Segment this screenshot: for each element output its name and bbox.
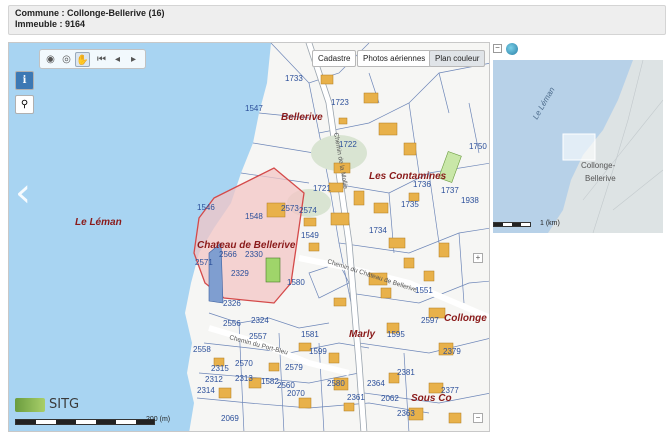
place-label-les-contamines: Les Contamines (369, 171, 447, 182)
parcel-number-label: 1737 (441, 186, 459, 195)
parcel-number-label: 2363 (397, 409, 415, 418)
parcel-number-label: 1548 (245, 212, 263, 221)
parcel-number-label: 1580 (287, 278, 305, 287)
parcel-number-label: 1938 (461, 196, 479, 205)
pan-hand-icon[interactable]: ✋ (75, 52, 90, 67)
overview-scale-label: 1 (km) (540, 220, 560, 227)
parcel-number-label: 1599 (309, 347, 327, 356)
parcel-number-label: 2377 (441, 386, 459, 395)
parcel-number-label: 2062 (381, 394, 399, 403)
sitg-logo-text: SITG (49, 397, 80, 412)
search-icon[interactable]: ⚲ (15, 95, 34, 114)
collapse-icon[interactable]: − (493, 44, 502, 53)
parcel-number-label: 2379 (443, 347, 461, 356)
place-label-marly: Marly (349, 329, 376, 340)
overview-town-label: Bellerive (585, 174, 616, 183)
parcel-number-label: 2329 (231, 269, 249, 278)
parcel-number-label: 2580 (327, 379, 345, 388)
overview-town-label: Collonge- (581, 161, 616, 170)
parcel-number-label: 2597 (421, 316, 439, 325)
previous-arrow-icon[interactable]: ‹ (15, 173, 31, 213)
map-viewer[interactable]: Le Léman Bellerive Les Contamines Chatea… (8, 42, 490, 432)
info-icon[interactable]: i (15, 71, 34, 90)
zoom-slider[interactable]: + − (473, 253, 483, 423)
overview-lake-label: Le Léman (531, 85, 557, 121)
parcel-info-panel: Commune : Collonge-Bellerive (16) Immeub… (8, 5, 666, 35)
parcel-number-label: 1722 (339, 140, 357, 149)
overview-map[interactable]: Le Léman Collonge- Bellerive (493, 60, 663, 233)
parcel-number-label: 2381 (397, 368, 415, 377)
map-canvas[interactable]: Le Léman Bellerive Les Contamines Chatea… (9, 43, 490, 432)
commune-text: Commune : Collonge-Bellerive (16) (15, 8, 165, 18)
parcel-number-label: 2330 (245, 250, 263, 259)
parcel-number-label: 2364 (367, 379, 385, 388)
parcel-number-label: 2579 (285, 363, 303, 372)
parcel-number-label: 2558 (193, 345, 211, 354)
cadastre-button[interactable]: Cadastre (312, 50, 357, 67)
parcel-number-label: 2324 (251, 316, 269, 325)
parcel-number-label: 1581 (301, 330, 319, 339)
map-scale-bar (15, 419, 155, 425)
map-toolbar: ◉ ◎ ✋ ⏮ ◂ ▸ (39, 49, 146, 69)
parcel-number-label: 1723 (331, 98, 349, 107)
parcel-number-label: 1551 (415, 286, 433, 295)
immeuble-text: Immeuble : 9164 (15, 19, 86, 29)
lake-name-label: Le Léman (75, 217, 122, 228)
parcel-number-label: 2314 (197, 386, 215, 395)
parcel-number-label: 2570 (235, 359, 253, 368)
zoom-in-icon[interactable]: + (473, 253, 483, 263)
overview-scale-bar (493, 222, 531, 227)
parcel-number-label: 1549 (301, 231, 319, 240)
parcel-number-label: 2571 (195, 258, 213, 267)
zoom-out-icon[interactable]: − (473, 413, 483, 423)
previous-extent-icon[interactable]: ◂ (110, 52, 125, 67)
parcel-number-label: 2313 (235, 374, 253, 383)
parcel-number-label: 2326 (223, 299, 241, 308)
parcel-number-label: 1733 (285, 74, 303, 83)
parcel-number-label: 1547 (245, 104, 263, 113)
tennis-court (265, 257, 281, 283)
overview-header: − (493, 42, 667, 56)
parcel-number-label: 2361 (347, 393, 365, 402)
first-extent-icon[interactable]: ⏮ (94, 52, 109, 67)
map-scale-label: 200 (m) (146, 416, 171, 423)
parcel-number-label: 2566 (219, 250, 237, 259)
aerial-photos-button[interactable]: Photos aériennes (357, 50, 432, 67)
globe-icon[interactable] (506, 43, 518, 55)
measure-area-icon[interactable]: ◎ (59, 52, 74, 67)
place-label-bellerive: Bellerive (281, 112, 323, 123)
parcel-number-label: 1734 (369, 226, 387, 235)
parcel-number-label: 2070 (287, 389, 305, 398)
sitg-logo-mark (15, 398, 45, 412)
parcel-number-label: 1721 (313, 184, 331, 193)
parcel-number-label: 2315 (211, 364, 229, 373)
overview-extent-box[interactable] (562, 133, 596, 161)
parcel-number-label: 1750 (469, 142, 487, 151)
parcel-number-label: 1546 (197, 203, 215, 212)
parcel-number-label: 2556 (223, 319, 241, 328)
sitg-logo: SITG (15, 395, 97, 415)
overview-map-canvas[interactable]: Le Léman Collonge- Bellerive (493, 60, 663, 233)
parcel-number-label: 2574 (299, 206, 317, 215)
parcel-number-label: 2573 (281, 204, 299, 213)
parcel-number-label: 1735 (401, 200, 419, 209)
parcel-number-label: 2312 (205, 375, 223, 384)
parcel-number-label: 1736 (413, 180, 431, 189)
next-extent-icon[interactable]: ▸ (126, 52, 141, 67)
parcel-number-label: 1595 (387, 330, 405, 339)
color-plan-button[interactable]: Plan couleur (429, 50, 486, 67)
measure-distance-icon[interactable]: ◉ (43, 52, 58, 67)
parcel-number-label: 2069 (221, 414, 239, 423)
parcel-number-label: 2557 (249, 332, 267, 341)
